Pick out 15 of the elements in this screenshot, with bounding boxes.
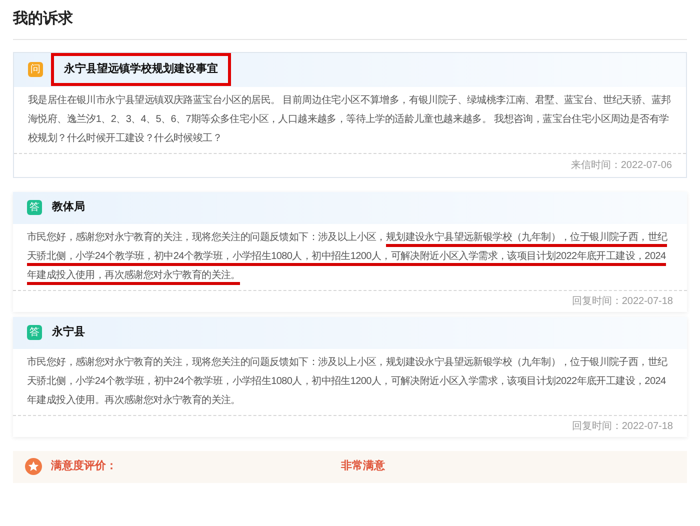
badge-icon: 答 bbox=[27, 200, 42, 215]
question-body: 我是居住在银川市永宁县望远镇双庆路蓝宝台小区的居民。 目前周边住宅小区不算增多，有银川院子、绿城桃李江南、君墅、蓝宝台、世纪天骄、蓝邦海悦府、逸兰汐1、2、3、4、5、6、7期等众多住宅小区，人口越来越多，等待上学的适龄儿童也越来越多。 我想咨询，蓝宝台住宅小区周边是否有学校规划？什么时候开工建设？什么时候竣工？ bbox=[27, 94, 672, 146]
reply-date: 回复时间：2022-07-18 bbox=[572, 294, 673, 308]
answer-body: 市民您好，感谢您对永宁教育的关注，现将您关注的问题反馈如下：涉及以上小区，规划建设永宁县望远新银学校（九年制），位于银川院子西，世纪天骄北侧，小学24个教学班，初中24个教学班，小学招生1080人，初中招生1200人，可解决附近小区入学需求，该项目计划2022年底开工建设，2024年建成投入使用，再次感谢您对永宁教育的关注。 bbox=[13, 224, 687, 290]
rating-label: 满意度评价： bbox=[51, 458, 118, 474]
letter-date: 来信时间：2022-07-06 bbox=[570, 158, 672, 172]
answer-body: 市民您好，感谢您对永宁教育的关注，现将您关注的问题反馈如下：涉及以上小区，规划建设永宁县望远新银学校（九年制），位于银川院子西，世纪天骄北侧，小学24个教学班，初中24个教学班，小学招生1080人，初中招生1200人，可解决附近小区入学需求，该项目计划2022年底开工建设，2024年建成投入使用。再次感谢您对永宁教育的关注。 bbox=[26, 356, 668, 408]
badge-icon: 答 bbox=[27, 325, 42, 340]
question-title: 永宁县望远镇学校规划建设事宜 bbox=[51, 53, 231, 86]
page-title: 我的诉求 bbox=[13, 8, 687, 40]
badge-icon: 问 bbox=[28, 62, 43, 77]
rating-value: 非常满意 bbox=[341, 458, 385, 474]
department-name: 教体局 bbox=[52, 200, 85, 216]
reply-date: 回复时间：2022-07-18 bbox=[572, 420, 673, 434]
department-name: 永宁县 bbox=[52, 324, 85, 340]
